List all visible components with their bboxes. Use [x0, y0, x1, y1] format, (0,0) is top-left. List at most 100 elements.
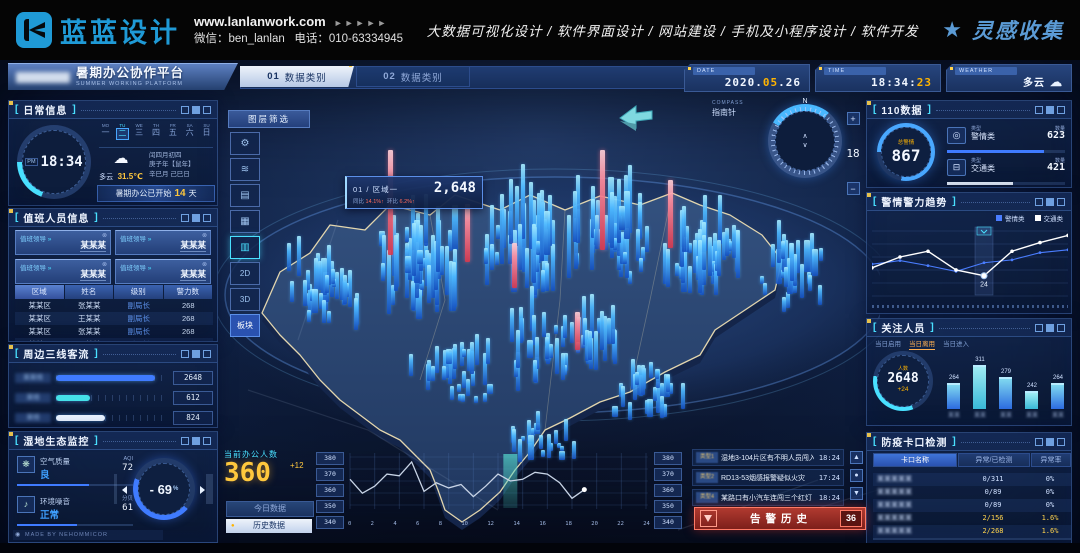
bar-value: 311: [969, 357, 991, 363]
checkpoint-name: 某某某某某: [873, 486, 957, 499]
signal-icon[interactable]: ≋: [230, 158, 260, 181]
pager-dot-icon[interactable]: ●: [850, 469, 863, 482]
window-icon[interactable]: [1046, 106, 1054, 114]
eco-gauge: - 69%: [133, 458, 195, 520]
minimize-icon[interactable]: [181, 437, 189, 445]
gauge-left-arrow[interactable]: [122, 486, 127, 494]
expand-icon[interactable]: [203, 214, 211, 222]
scrollbar[interactable]: [873, 538, 1071, 540]
minimize-icon[interactable]: [181, 214, 189, 222]
checkpoint-row: 某某某某某0/890%: [873, 486, 1071, 499]
grid-icon[interactable]: ▦: [230, 210, 260, 233]
close-icon[interactable]: ⊗: [202, 232, 207, 239]
focus-tab[interactable]: 当日启用: [875, 338, 901, 350]
expand-icon[interactable]: [1057, 438, 1065, 446]
table-cell: 副局长: [114, 325, 164, 338]
mode-blocks[interactable]: 板块: [230, 314, 260, 337]
legend-item[interactable]: 交通类: [1035, 213, 1064, 223]
checkpoint-header-tab[interactable]: 卡口名称: [873, 453, 957, 467]
duty-leader-card: 值班领导 »某某某⊗: [15, 230, 111, 255]
focus-tab[interactable]: 当日离用: [909, 338, 935, 350]
tab-data-category-1[interactable]: 01 数据类别: [240, 66, 354, 87]
table-cell: 268: [164, 338, 214, 342]
weekday[interactable]: TU二: [116, 123, 129, 140]
window-icon[interactable]: [192, 106, 200, 114]
time-widget: TIME 18:34:23: [815, 64, 941, 92]
expand-icon[interactable]: [1057, 198, 1065, 206]
duty-leader-card: 值班领导 »某某某⊗: [115, 259, 211, 284]
expand-icon[interactable]: [203, 106, 211, 114]
minimize-icon[interactable]: [1035, 438, 1043, 446]
minimize-icon[interactable]: [1035, 324, 1043, 332]
column-header[interactable]: 姓名: [65, 285, 114, 299]
focus-bar: [973, 365, 986, 409]
expand-icon[interactable]: [1057, 324, 1065, 332]
zoom-out-button[interactable]: −: [847, 182, 860, 195]
zoom-in-button[interactable]: +: [847, 112, 860, 125]
flow-row: 某线824: [15, 411, 213, 425]
tab-data-category-2[interactable]: 02 数据类别: [356, 66, 470, 87]
window-icon[interactable]: [1046, 438, 1054, 446]
panel-title: 值班人员信息: [23, 210, 89, 225]
window-icon[interactable]: [1046, 324, 1054, 332]
mode-3d[interactable]: 3D: [230, 288, 260, 311]
weekday[interactable]: FR五: [166, 123, 179, 140]
table-cell: 268: [164, 325, 214, 338]
x-tick: 16: [539, 521, 546, 527]
x-tick: 24: [643, 521, 650, 527]
expand-icon[interactable]: [1057, 106, 1065, 114]
expand-icon[interactable]: [203, 437, 211, 445]
weekday[interactable]: SA六: [183, 123, 196, 140]
minimize-icon[interactable]: [1035, 106, 1043, 114]
legend-item[interactable]: 警情类: [996, 213, 1025, 223]
x-tick: 0: [348, 521, 351, 527]
weekday[interactable]: WE三: [133, 123, 146, 140]
weekday[interactable]: SU日: [200, 123, 213, 140]
window-icon[interactable]: [192, 350, 200, 358]
close-icon[interactable]: ⊗: [202, 261, 207, 268]
pager-up-icon[interactable]: ▲: [850, 451, 863, 464]
column-header[interactable]: 区域: [15, 285, 64, 299]
logo: 蓝蓝设计: [16, 11, 180, 50]
window-icon[interactable]: [192, 437, 200, 445]
flow-track: [56, 395, 168, 401]
minimize-icon[interactable]: [181, 106, 189, 114]
today-data-button[interactable]: 今日数据: [226, 501, 314, 517]
table-cell: 某某区: [15, 312, 65, 325]
weekday[interactable]: MO一: [99, 123, 112, 140]
close-icon[interactable]: ⊗: [102, 261, 107, 268]
clock-gauge: PM18:34: [17, 125, 91, 199]
window-icon[interactable]: [1046, 198, 1054, 206]
duty-leader-name: 某某某: [80, 239, 106, 252]
bars-icon[interactable]: ▥: [230, 236, 260, 259]
history-data-button[interactable]: 历史数据: [226, 519, 312, 533]
mode-2d[interactable]: 2D: [230, 262, 260, 285]
checkpoint-header-tab[interactable]: 异常/已检测: [958, 453, 1030, 467]
minimize-icon[interactable]: [1035, 198, 1043, 206]
table-cell: 268: [164, 312, 214, 325]
settings-icon[interactable]: ⚙: [230, 132, 260, 155]
expand-icon[interactable]: [203, 350, 211, 358]
screenshot-stage: 蓝蓝设计 www.lanlanwork.com►►►►► 微信：ben_lanl…: [0, 0, 1080, 553]
slider-decoration: [206, 474, 213, 504]
pager-down-icon[interactable]: ▼: [850, 487, 863, 500]
minimize-icon[interactable]: [181, 350, 189, 358]
alert-history-button[interactable]: 告警历史 36: [694, 507, 866, 530]
gauge-right-arrow[interactable]: [200, 486, 205, 494]
window-icon[interactable]: [192, 214, 200, 222]
flow-bar: [56, 415, 105, 421]
close-icon[interactable]: ⊗: [102, 232, 107, 239]
column-header[interactable]: 警力数: [164, 285, 213, 299]
chart-icon[interactable]: ▤: [230, 184, 260, 207]
panel-focus-people: [关注人员] 当日启用当日离用当日进入 人数2648+24 264某某311某某…: [866, 318, 1072, 426]
panel-duty-staff: [值班人员信息] 值班领导 »某某某⊗值班领导 »某某某⊗值班领导 »某某某⊗值…: [8, 208, 218, 342]
column-header[interactable]: 级别: [114, 285, 163, 299]
weekday[interactable]: TH四: [149, 123, 162, 140]
bar-label: 某某: [1047, 410, 1069, 419]
table-cell: 张某某: [65, 299, 115, 312]
checkpoint-header-tab[interactable]: 异常率: [1031, 453, 1071, 467]
x-tick: 2: [371, 521, 374, 527]
website-link[interactable]: www.lanlanwork.com: [194, 14, 326, 29]
duty-leader-name: 某某某: [80, 268, 106, 281]
alert-text: 湿地3-104片区有不明人员闯入: [721, 453, 814, 463]
